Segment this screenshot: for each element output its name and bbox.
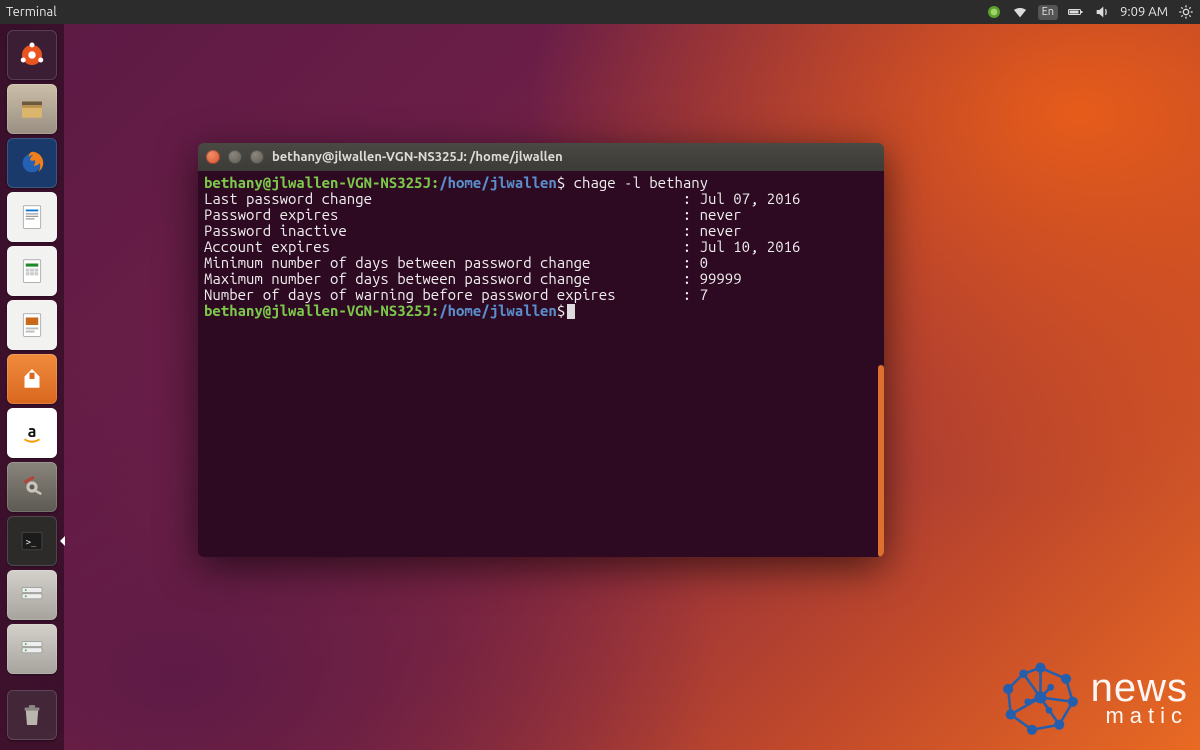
launcher-server-b[interactable] <box>7 624 57 674</box>
launcher-settings[interactable] <box>7 462 57 512</box>
window-title: bethany@jlwallen-VGN-NS325J: /home/jlwal… <box>272 150 563 164</box>
globe-icon <box>998 655 1083 740</box>
launcher-impress[interactable] <box>7 300 57 350</box>
watermark-logo: news matic <box>998 655 1188 740</box>
launcher-server-a[interactable] <box>7 570 57 620</box>
window-minimize-button[interactable] <box>228 150 242 164</box>
prompt-symbol: $ <box>557 302 565 319</box>
update-indicator-icon[interactable] <box>986 4 1002 20</box>
battery-icon[interactable] <box>1068 4 1084 20</box>
keyboard-indicator[interactable]: En <box>1038 5 1058 20</box>
launcher-firefox[interactable] <box>7 138 57 188</box>
prompt-symbol: $ <box>557 174 565 191</box>
terminal-cursor <box>567 304 575 319</box>
prompt-path: /home/jlwallen <box>439 302 557 319</box>
active-app-label[interactable]: Terminal <box>6 5 57 19</box>
unity-launcher: a >_ <box>0 24 64 750</box>
watermark-line1: news <box>1091 670 1188 706</box>
prompt-path: /home/jlwallen <box>439 174 557 191</box>
launcher-files[interactable] <box>7 84 57 134</box>
sound-icon[interactable] <box>1094 4 1110 20</box>
launcher-amazon[interactable]: a <box>7 408 57 458</box>
clock-text[interactable]: 9:09 AM <box>1120 5 1168 19</box>
svg-text:a: a <box>28 423 37 441</box>
watermark-line2: matic <box>1091 706 1188 726</box>
prompt-user: bethany@jlwallen-VGN-NS325J <box>204 302 431 319</box>
terminal-body[interactable]: bethany@jlwallen-VGN-NS325J:/home/jlwall… <box>198 171 884 557</box>
launcher-terminal[interactable]: >_ <box>7 516 57 566</box>
terminal-scrollbar[interactable] <box>878 365 884 557</box>
terminal-titlebar[interactable]: bethany@jlwallen-VGN-NS325J: /home/jlwal… <box>198 143 884 171</box>
command-output: Last password change : Jul 07, 2016 Pass… <box>204 190 800 303</box>
launcher-software-center[interactable] <box>7 354 57 404</box>
entered-command: chage -l bethany <box>574 174 708 191</box>
launcher-calc[interactable] <box>7 246 57 296</box>
window-maximize-button[interactable] <box>250 150 264 164</box>
top-menu-bar: Terminal En 9:09 AM <box>0 0 1200 24</box>
prompt-user: bethany@jlwallen-VGN-NS325J <box>204 174 431 191</box>
network-wifi-icon[interactable] <box>1012 4 1028 20</box>
launcher-dash[interactable] <box>7 30 57 80</box>
svg-text:>_: >_ <box>26 538 37 548</box>
indicator-area: En 9:09 AM <box>986 4 1194 20</box>
window-close-button[interactable] <box>206 150 220 164</box>
terminal-window[interactable]: bethany@jlwallen-VGN-NS325J: /home/jlwal… <box>198 143 884 557</box>
session-gear-icon[interactable] <box>1178 4 1194 20</box>
launcher-writer[interactable] <box>7 192 57 242</box>
launcher-trash[interactable] <box>7 690 57 740</box>
